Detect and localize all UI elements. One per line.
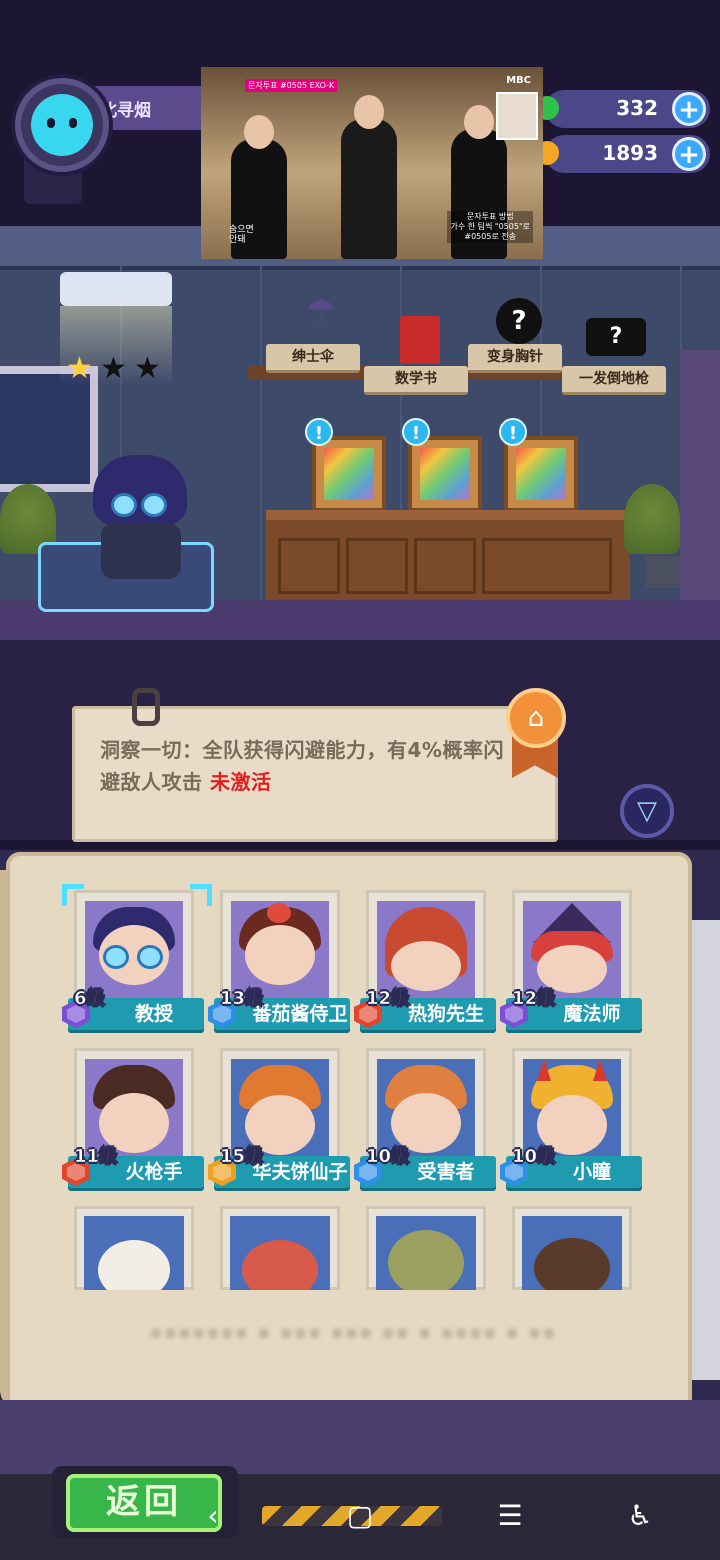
system-recents-icon[interactable]: ☰ — [490, 1502, 530, 1530]
character-name: 热狗先生 — [407, 1003, 484, 1025]
professor-character[interactable] — [85, 455, 195, 580]
character-level: 15级 — [220, 1146, 264, 1168]
skill-text: 洞察一切：全队获得闪避能力，有4%概率闪避敌人攻击 — [100, 738, 504, 794]
coins-value: 1893 — [602, 141, 658, 165]
character-card[interactable] — [366, 1206, 486, 1290]
pip-thumbnail — [496, 92, 538, 140]
mystery-pin-icon[interactable]: ? — [496, 298, 542, 344]
character-name: 火枪手 — [125, 1161, 183, 1183]
add-coins-button[interactable]: + — [672, 137, 706, 171]
paper-clip-icon — [132, 688, 160, 726]
character-card-hotdog[interactable]: 热狗先生 12级 — [354, 890, 496, 1030]
character-card-waffle-fairy[interactable]: 华夫饼仙子 15级 — [208, 1048, 350, 1188]
star-filled-icon: ★ — [66, 351, 93, 386]
filter-button[interactable]: ▽ — [620, 784, 674, 838]
alert-icon[interactable]: ! — [499, 418, 527, 446]
character-card[interactable] — [74, 1206, 194, 1290]
character-level: 6级 — [74, 988, 105, 1010]
ceiling-lamp — [60, 272, 172, 306]
character-level: 12级 — [512, 988, 556, 1010]
picture-frame[interactable] — [504, 436, 578, 512]
character-level: 12级 — [366, 988, 410, 1010]
vote-tag: 문자투표 #0505 EXO-K — [245, 79, 338, 92]
gems-value: 332 — [616, 96, 658, 120]
character-card-mage[interactable]: 魔法师 12级 — [500, 890, 642, 1030]
system-back-icon[interactable]: ‹ — [193, 1502, 233, 1530]
shelf-label-gun: 一发倒地枪 — [562, 366, 666, 395]
character-name: 魔法师 — [563, 1003, 621, 1025]
shelf-label-math-book: 数学书 — [364, 366, 468, 395]
currency-gems: 332 + — [535, 90, 710, 128]
character-name: 受害者 — [417, 1161, 475, 1183]
currency-coins: 1893 + — [535, 135, 710, 173]
mystery-gun-icon[interactable]: ? — [586, 318, 646, 356]
umbrella-icon[interactable]: ☂ — [296, 292, 346, 332]
plant — [624, 484, 680, 554]
character-name: 华夫饼仙子 — [252, 1161, 348, 1183]
picture-frame[interactable] — [408, 436, 482, 512]
alert-icon[interactable]: ! — [402, 418, 430, 446]
picture-frame[interactable] — [312, 436, 386, 512]
system-home-icon[interactable]: ▢ — [340, 1502, 380, 1530]
cat-face-icon — [31, 94, 93, 156]
character-card[interactable] — [512, 1206, 632, 1290]
character-level: 10级 — [366, 1146, 410, 1168]
character-level: 11级 — [74, 1146, 118, 1168]
accessibility-icon[interactable]: ♿ — [620, 1502, 660, 1530]
shelf-label-pin: 变身胸针 — [468, 344, 562, 373]
character-card-professor[interactable]: 教授 6级 — [62, 884, 212, 1030]
alert-icon[interactable]: ! — [305, 418, 333, 446]
skill-description: 洞察一切：全队获得闪避能力，有4%概率闪避敌人攻击 未激活 — [100, 734, 510, 798]
blurred-footer-text: ▪▪▪▪▪▪▪ ▪ ▪▪▪ ▪▪▪ ▪▪ ▪ ▪▪▪▪ ▪ ▪▪ — [150, 1322, 557, 1343]
broadcaster-logo: MBC — [506, 75, 531, 86]
character-card-xiaotong[interactable]: 小瞳 10级 — [500, 1048, 642, 1188]
star-empty-icon: ★ — [134, 351, 161, 386]
skill-status: 未激活 — [209, 770, 272, 794]
video-overlay[interactable]: 문자투표 #0505 EXO-K MBC 숨으면 안돼 문자투표 방법 가수 한… — [201, 67, 543, 259]
character-card-victim[interactable]: 受害者 10级 — [354, 1048, 496, 1188]
character-card[interactable] — [220, 1206, 340, 1290]
math-book-icon[interactable] — [400, 316, 440, 364]
video-caption: 숨으면 안돼 — [229, 225, 254, 245]
character-grid: 教授 6级 番茄酱侍卫 13级 热狗先生 12级 魔法师 12级 火枪手 11级… — [62, 884, 654, 1290]
star-empty-icon: ★ — [100, 351, 127, 386]
shelf-label-umbrella: 绅士伞 — [266, 344, 360, 373]
home-medal-icon[interactable]: ⌂ — [506, 688, 566, 748]
character-card-tomato-guard[interactable]: 番茄酱侍卫 13级 — [208, 890, 350, 1030]
player-avatar[interactable] — [15, 78, 109, 172]
character-name: 教授 — [134, 1003, 173, 1025]
character-level: 13级 — [220, 988, 264, 1010]
desk — [266, 510, 630, 604]
character-name: 番茄酱侍卫 — [252, 1003, 348, 1025]
character-name: 小瞳 — [572, 1161, 611, 1183]
add-gems-button[interactable]: + — [672, 92, 706, 126]
vote-caption: 문자투표 방법 가수 한 팀씩 "0505"로 #0505로 전송 — [447, 211, 533, 243]
character-level: 10级 — [512, 1146, 556, 1168]
coat-rack — [680, 350, 720, 600]
character-card-musketeer[interactable]: 火枪手 11级 — [62, 1048, 204, 1188]
